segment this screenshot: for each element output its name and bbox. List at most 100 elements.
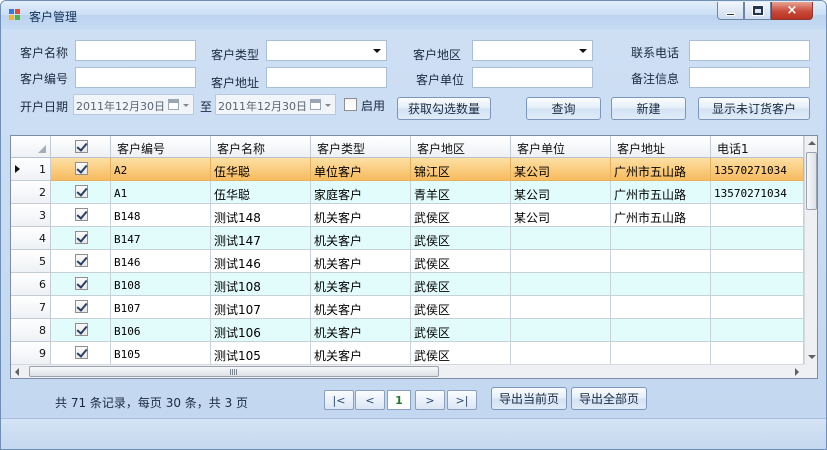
row-header[interactable]: 5 xyxy=(11,250,51,273)
cell-customer-code[interactable]: B106 xyxy=(111,319,211,342)
new-button[interactable]: 新建 xyxy=(611,97,686,120)
cell-customer-name[interactable]: 测试148 xyxy=(211,204,311,227)
customer-type-select[interactable] xyxy=(266,40,387,61)
row-select-checkbox[interactable] xyxy=(75,346,88,359)
cell-customer-region[interactable]: 武侯区 xyxy=(411,319,511,342)
cell-customer-type[interactable]: 机关客户 xyxy=(311,204,411,227)
cell-customer-address[interactable] xyxy=(611,227,711,250)
prev-page-button[interactable]: < xyxy=(355,390,385,410)
cell-customer-address[interactable]: 广州市五山路 xyxy=(611,181,711,204)
cell-customer-company[interactable] xyxy=(511,227,611,250)
cell-customer-code[interactable]: B108 xyxy=(111,273,211,296)
cell-customer-region[interactable]: 武侯区 xyxy=(411,204,511,227)
cell-customer-code[interactable]: A2 xyxy=(111,158,211,181)
cell-customer-type[interactable]: 机关客户 xyxy=(311,296,411,319)
last-page-button[interactable]: >| xyxy=(447,390,477,410)
scroll-down-icon[interactable] xyxy=(805,350,817,364)
table-row[interactable]: 4 B147 测试147 机关客户 武侯区 xyxy=(11,227,804,250)
cell-phone1[interactable]: 13570271034 xyxy=(711,158,804,181)
cell-customer-name[interactable]: 测试105 xyxy=(211,342,311,365)
table-row[interactable]: 5 B146 测试146 机关客户 武侯区 xyxy=(11,250,804,273)
cell-customer-name[interactable]: 测试108 xyxy=(211,273,311,296)
row-select-checkbox[interactable] xyxy=(75,231,88,244)
cell-customer-name[interactable]: 测试146 xyxy=(211,250,311,273)
cell-phone1[interactable] xyxy=(711,227,804,250)
cell-customer-address[interactable] xyxy=(611,296,711,319)
customer-code-input[interactable] xyxy=(75,67,196,88)
customer-address-input[interactable] xyxy=(266,67,387,88)
vertical-scrollbar[interactable] xyxy=(804,136,817,364)
customer-name-input[interactable] xyxy=(75,40,196,61)
first-page-button[interactable]: |< xyxy=(324,390,354,410)
cell-customer-company[interactable]: 某公司 xyxy=(511,158,611,181)
export-all-pages-button[interactable]: 导出全部页 xyxy=(571,387,647,410)
vertical-scroll-thumb[interactable] xyxy=(806,152,817,210)
title-bar[interactable]: 客户管理 × xyxy=(1,1,826,29)
row-header[interactable]: 2 xyxy=(11,181,51,204)
cell-customer-company[interactable] xyxy=(511,296,611,319)
cell-customer-region[interactable]: 武侯区 xyxy=(411,342,511,365)
row-header[interactable]: 4 xyxy=(11,227,51,250)
scroll-up-icon[interactable] xyxy=(805,136,817,150)
column-header-customer-region[interactable]: 客户地区 xyxy=(411,136,511,158)
cell-customer-code[interactable]: B147 xyxy=(111,227,211,250)
cell-customer-type[interactable]: 家庭客户 xyxy=(311,181,411,204)
table-row[interactable]: 9 B105 测试105 机关客户 武侯区 xyxy=(11,342,804,365)
table-row[interactable]: 3 B148 测试148 机关客户 武侯区 某公司 广州市五山路 xyxy=(11,204,804,227)
scroll-left-icon[interactable] xyxy=(11,365,25,378)
cell-customer-address[interactable] xyxy=(611,273,711,296)
cell-customer-type[interactable]: 机关客户 xyxy=(311,342,411,365)
cell-customer-region[interactable]: 锦江区 xyxy=(411,158,511,181)
date-to-picker[interactable]: 2011年12月30日 xyxy=(215,94,336,115)
cell-phone1[interactable] xyxy=(711,250,804,273)
cell-customer-code[interactable]: B107 xyxy=(111,296,211,319)
cell-customer-company[interactable]: 某公司 xyxy=(511,181,611,204)
cell-customer-address[interactable]: 广州市五山路 xyxy=(611,204,711,227)
cell-customer-company[interactable] xyxy=(511,342,611,365)
cell-customer-region[interactable]: 青羊区 xyxy=(411,181,511,204)
cell-customer-type[interactable]: 机关客户 xyxy=(311,227,411,250)
cell-customer-region[interactable]: 武侯区 xyxy=(411,296,511,319)
cell-customer-region[interactable]: 武侯区 xyxy=(411,227,511,250)
column-header-phone1[interactable]: 电话1 xyxy=(711,136,804,158)
row-header[interactable]: 7 xyxy=(11,296,51,319)
cell-customer-company[interactable] xyxy=(511,250,611,273)
table-row[interactable]: 7 B107 测试107 机关客户 武侯区 xyxy=(11,296,804,319)
scroll-right-icon[interactable] xyxy=(790,365,804,378)
cell-phone1[interactable]: 13570271034 xyxy=(711,181,804,204)
enable-checkbox[interactable] xyxy=(344,98,357,111)
cell-customer-name[interactable]: 测试107 xyxy=(211,296,311,319)
row-select-checkbox[interactable] xyxy=(75,300,88,313)
cell-customer-type[interactable]: 机关客户 xyxy=(311,273,411,296)
remark-input[interactable] xyxy=(689,67,810,88)
cell-customer-region[interactable]: 武侯区 xyxy=(411,273,511,296)
table-row[interactable]: 8 B106 测试106 机关客户 武侯区 xyxy=(11,319,804,342)
column-header-customer-name[interactable]: 客户名称 xyxy=(211,136,311,158)
cell-customer-company[interactable]: 某公司 xyxy=(511,204,611,227)
get-checked-count-button[interactable]: 获取勾选数量 xyxy=(397,97,491,120)
row-select-checkbox[interactable] xyxy=(75,254,88,267)
phone-input[interactable] xyxy=(689,40,810,61)
cell-customer-address[interactable]: 广州市五山路 xyxy=(611,158,711,181)
cell-customer-region[interactable]: 武侯区 xyxy=(411,250,511,273)
cell-customer-type[interactable]: 单位客户 xyxy=(311,158,411,181)
cell-customer-name[interactable]: 测试106 xyxy=(211,319,311,342)
customer-company-input[interactable] xyxy=(472,67,593,88)
next-page-button[interactable]: > xyxy=(415,390,445,410)
horizontal-scrollbar[interactable] xyxy=(11,364,804,378)
cell-phone1[interactable] xyxy=(711,204,804,227)
cell-phone1[interactable] xyxy=(711,273,804,296)
column-header-customer-type[interactable]: 客户类型 xyxy=(311,136,411,158)
maximize-button[interactable] xyxy=(744,2,771,20)
customer-region-select[interactable] xyxy=(472,40,593,61)
cell-customer-code[interactable]: B146 xyxy=(111,250,211,273)
row-select-checkbox[interactable] xyxy=(75,208,88,221)
row-header[interactable]: 3 xyxy=(11,204,51,227)
row-select-checkbox[interactable] xyxy=(75,162,88,175)
cell-customer-code[interactable]: A1 xyxy=(111,181,211,204)
cell-customer-name[interactable]: 测试147 xyxy=(211,227,311,250)
select-all-header[interactable] xyxy=(51,136,111,158)
customer-grid[interactable]: 客户编号 客户名称 客户类型 客户地区 客户单位 客户地址 电话1 1 A2 伍华聪 单位客户 锦江… xyxy=(10,135,818,379)
horizontal-scroll-thumb[interactable] xyxy=(29,366,439,377)
table-row[interactable]: 2 A1 伍华聪 家庭客户 青羊区 某公司 广州市五山路 13570271034 xyxy=(11,181,804,204)
